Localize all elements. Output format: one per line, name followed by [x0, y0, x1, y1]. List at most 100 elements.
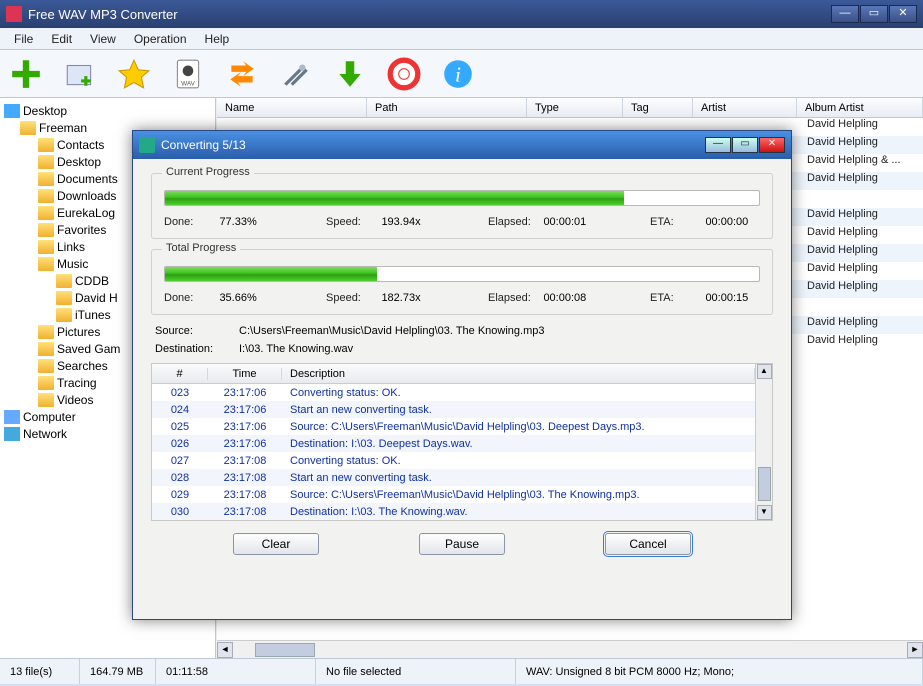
- log-num: 023: [152, 387, 208, 399]
- log-num: 028: [152, 472, 208, 484]
- col-name[interactable]: Name: [217, 98, 367, 117]
- list-header[interactable]: Name Path Type Tag Artist Album Artist: [217, 98, 923, 118]
- settings-icon[interactable]: [278, 56, 314, 92]
- scroll-thumb[interactable]: [255, 643, 315, 657]
- log-vertical-scrollbar[interactable]: ▲ ▼: [755, 364, 772, 520]
- dialog-close-button[interactable]: ✕: [759, 137, 785, 153]
- scroll-up-icon[interactable]: ▲: [757, 364, 772, 379]
- col-artist[interactable]: Artist: [693, 98, 797, 117]
- album-artist-cell: David Helpling: [807, 118, 917, 130]
- folder-icon: [56, 308, 72, 322]
- scroll-down-icon[interactable]: ▼: [757, 505, 772, 520]
- add-file-icon[interactable]: [8, 56, 44, 92]
- output-format-icon[interactable]: WAV: [170, 56, 206, 92]
- tree-item-label: Favorites: [57, 223, 106, 237]
- log-row[interactable]: 02423:17:06Start an new converting task.: [152, 401, 755, 418]
- log-desc: Converting status: OK.: [282, 455, 755, 467]
- download-icon[interactable]: [332, 56, 368, 92]
- current-progress-label: Current Progress: [162, 166, 254, 178]
- menu-file[interactable]: File: [6, 30, 41, 48]
- clear-button[interactable]: Clear: [233, 533, 319, 555]
- menubar: File Edit View Operation Help: [0, 28, 923, 50]
- album-artist-cell: David Helpling & ...: [807, 154, 917, 166]
- tree-item-label: EurekaLog: [57, 206, 115, 220]
- log-row[interactable]: 02923:17:08Source: C:\Users\Freeman\Musi…: [152, 486, 755, 503]
- folder-icon: [38, 393, 54, 407]
- log-desc: Source: C:\Users\Freeman\Music\David Hel…: [282, 489, 755, 501]
- folder-icon: [56, 291, 72, 305]
- log-num: 029: [152, 489, 208, 501]
- status-format: WAV: Unsigned 8 bit PCM 8000 Hz; Mono;: [516, 659, 923, 684]
- favorite-icon[interactable]: [116, 56, 152, 92]
- maximize-button[interactable]: ▭: [860, 5, 888, 23]
- convert-icon[interactable]: [224, 56, 260, 92]
- add-folder-icon[interactable]: [62, 56, 98, 92]
- log-row[interactable]: 02723:17:08Converting status: OK.: [152, 452, 755, 469]
- log-row[interactable]: 02823:17:08Start an new converting task.: [152, 469, 755, 486]
- dialog-minimize-button[interactable]: —: [705, 137, 731, 153]
- log-col-num[interactable]: #: [152, 368, 208, 380]
- folder-icon: [38, 325, 54, 339]
- tree-item[interactable]: Desktop: [2, 102, 213, 119]
- current-speed-value: 193.94x: [381, 216, 436, 228]
- log-desc: Destination: I:\03. Deepest Days.wav.: [282, 438, 755, 450]
- cancel-button[interactable]: Cancel: [605, 533, 691, 555]
- tree-item-label: Tracing: [57, 376, 97, 390]
- tree-item-label: CDDB: [75, 274, 109, 288]
- status-duration: 01:11:58: [156, 659, 316, 684]
- tree-item-label: Pictures: [57, 325, 100, 339]
- current-done-value: 77.33%: [219, 216, 274, 228]
- log-col-time[interactable]: Time: [208, 368, 282, 380]
- log-desc: Source: C:\Users\Freeman\Music\David Hel…: [282, 421, 755, 433]
- tree-item-label: Saved Gam: [57, 342, 120, 356]
- current-elapsed-value: 00:00:01: [543, 216, 598, 228]
- menu-view[interactable]: View: [82, 30, 124, 48]
- scroll-thumb-v[interactable]: [758, 467, 771, 501]
- log-row[interactable]: 02623:17:06Destination: I:\03. Deepest D…: [152, 435, 755, 452]
- close-button[interactable]: ✕: [889, 5, 917, 23]
- log-list[interactable]: # Time Description 02323:17:06Converting…: [151, 363, 773, 521]
- scroll-right-icon[interactable]: ►: [907, 642, 923, 658]
- log-num: 027: [152, 455, 208, 467]
- tree-item-label: iTunes: [75, 308, 111, 322]
- pause-button[interactable]: Pause: [419, 533, 505, 555]
- source-label: Source:: [155, 325, 239, 337]
- dialog-titlebar[interactable]: Converting 5/13 — ▭ ✕: [133, 131, 791, 159]
- log-col-desc[interactable]: Description: [282, 368, 755, 380]
- log-time: 23:17:08: [208, 455, 282, 467]
- help-life-icon[interactable]: [386, 56, 422, 92]
- menu-edit[interactable]: Edit: [43, 30, 80, 48]
- col-path[interactable]: Path: [367, 98, 527, 117]
- album-artist-cell: David Helpling: [807, 226, 917, 238]
- status-size: 164.79 MB: [80, 659, 156, 684]
- menu-help[interactable]: Help: [197, 30, 238, 48]
- log-row[interactable]: 02323:17:06Converting status: OK.: [152, 384, 755, 401]
- col-album-artist[interactable]: Album Artist: [797, 98, 923, 117]
- log-row[interactable]: 02523:17:06Source: C:\Users\Freeman\Musi…: [152, 418, 755, 435]
- menu-operation[interactable]: Operation: [126, 30, 195, 48]
- log-num: 024: [152, 404, 208, 416]
- folder-icon: [20, 121, 36, 135]
- tree-item-label: Videos: [57, 393, 93, 407]
- converting-dialog: Converting 5/13 — ▭ ✕ Current Progress D…: [132, 130, 792, 620]
- folder-icon: [38, 257, 54, 271]
- source-path: C:\Users\Freeman\Music\David Helpling\03…: [239, 325, 544, 337]
- folder-icon: [38, 138, 54, 152]
- dialog-maximize-button[interactable]: ▭: [732, 137, 758, 153]
- folder-icon: [56, 274, 72, 288]
- minimize-button[interactable]: —: [831, 5, 859, 23]
- scroll-left-icon[interactable]: ◄: [217, 642, 233, 658]
- tree-item-label: Freeman: [39, 121, 87, 135]
- log-time: 23:17:08: [208, 489, 282, 501]
- col-tag[interactable]: Tag: [623, 98, 693, 117]
- log-row[interactable]: 03023:17:08Destination: I:\03. The Knowi…: [152, 503, 755, 520]
- folder-icon: [38, 342, 54, 356]
- tree-item-label: Searches: [57, 359, 108, 373]
- tree-item-label: Documents: [57, 172, 118, 186]
- tree-item-label: David H: [75, 291, 118, 305]
- info-icon[interactable]: i: [440, 56, 476, 92]
- dialog-title: Converting 5/13: [161, 138, 704, 152]
- total-eta-value: 00:00:15: [705, 292, 760, 304]
- col-type[interactable]: Type: [527, 98, 623, 117]
- horizontal-scrollbar[interactable]: ◄ ►: [217, 640, 923, 658]
